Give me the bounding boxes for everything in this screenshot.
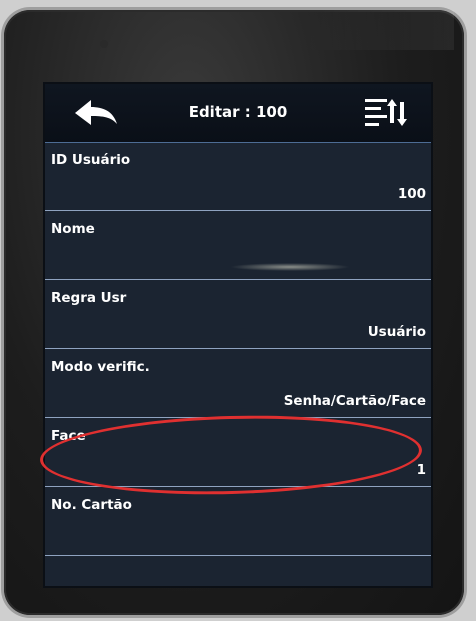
screen-reflection — [230, 263, 350, 271]
field-value: 100 — [397, 186, 426, 202]
sort-list-icon — [365, 99, 407, 126]
field-user-id[interactable]: ID Usuário 100 — [45, 142, 431, 211]
field-label: Face — [51, 428, 86, 444]
device-frame: Editar : 100 ID Usuário 100 Nome Regra U… — [4, 10, 464, 615]
header-bar: Editar : 100 — [45, 84, 431, 143]
field-card-number[interactable]: No. Cartão — [45, 487, 431, 556]
field-label: No. Cartão — [51, 497, 132, 513]
field-name[interactable]: Nome — [45, 211, 431, 280]
field-value: Usuário — [367, 324, 426, 340]
field-value: 1 — [416, 462, 426, 478]
field-label: Nome — [51, 221, 95, 237]
field-label: Modo verific. — [51, 359, 150, 375]
field-value: Senha/Cartão/Face — [283, 393, 426, 409]
field-user-role[interactable]: Regra Usr Usuário — [45, 280, 431, 349]
field-label: Regra Usr — [51, 290, 127, 306]
sort-menu-button[interactable] — [363, 94, 407, 130]
field-label: ID Usuário — [51, 152, 131, 168]
field-list: ID Usuário 100 Nome Regra Usr Usuário Mo… — [45, 142, 431, 556]
bezel-glare — [304, 10, 454, 50]
device-screen: Editar : 100 ID Usuário 100 Nome Regra U… — [43, 82, 433, 588]
field-face[interactable]: Face 1 — [45, 418, 431, 487]
field-verification-mode[interactable]: Modo verific. Senha/Cartão/Face — [45, 349, 431, 418]
camera-dot — [100, 40, 108, 48]
